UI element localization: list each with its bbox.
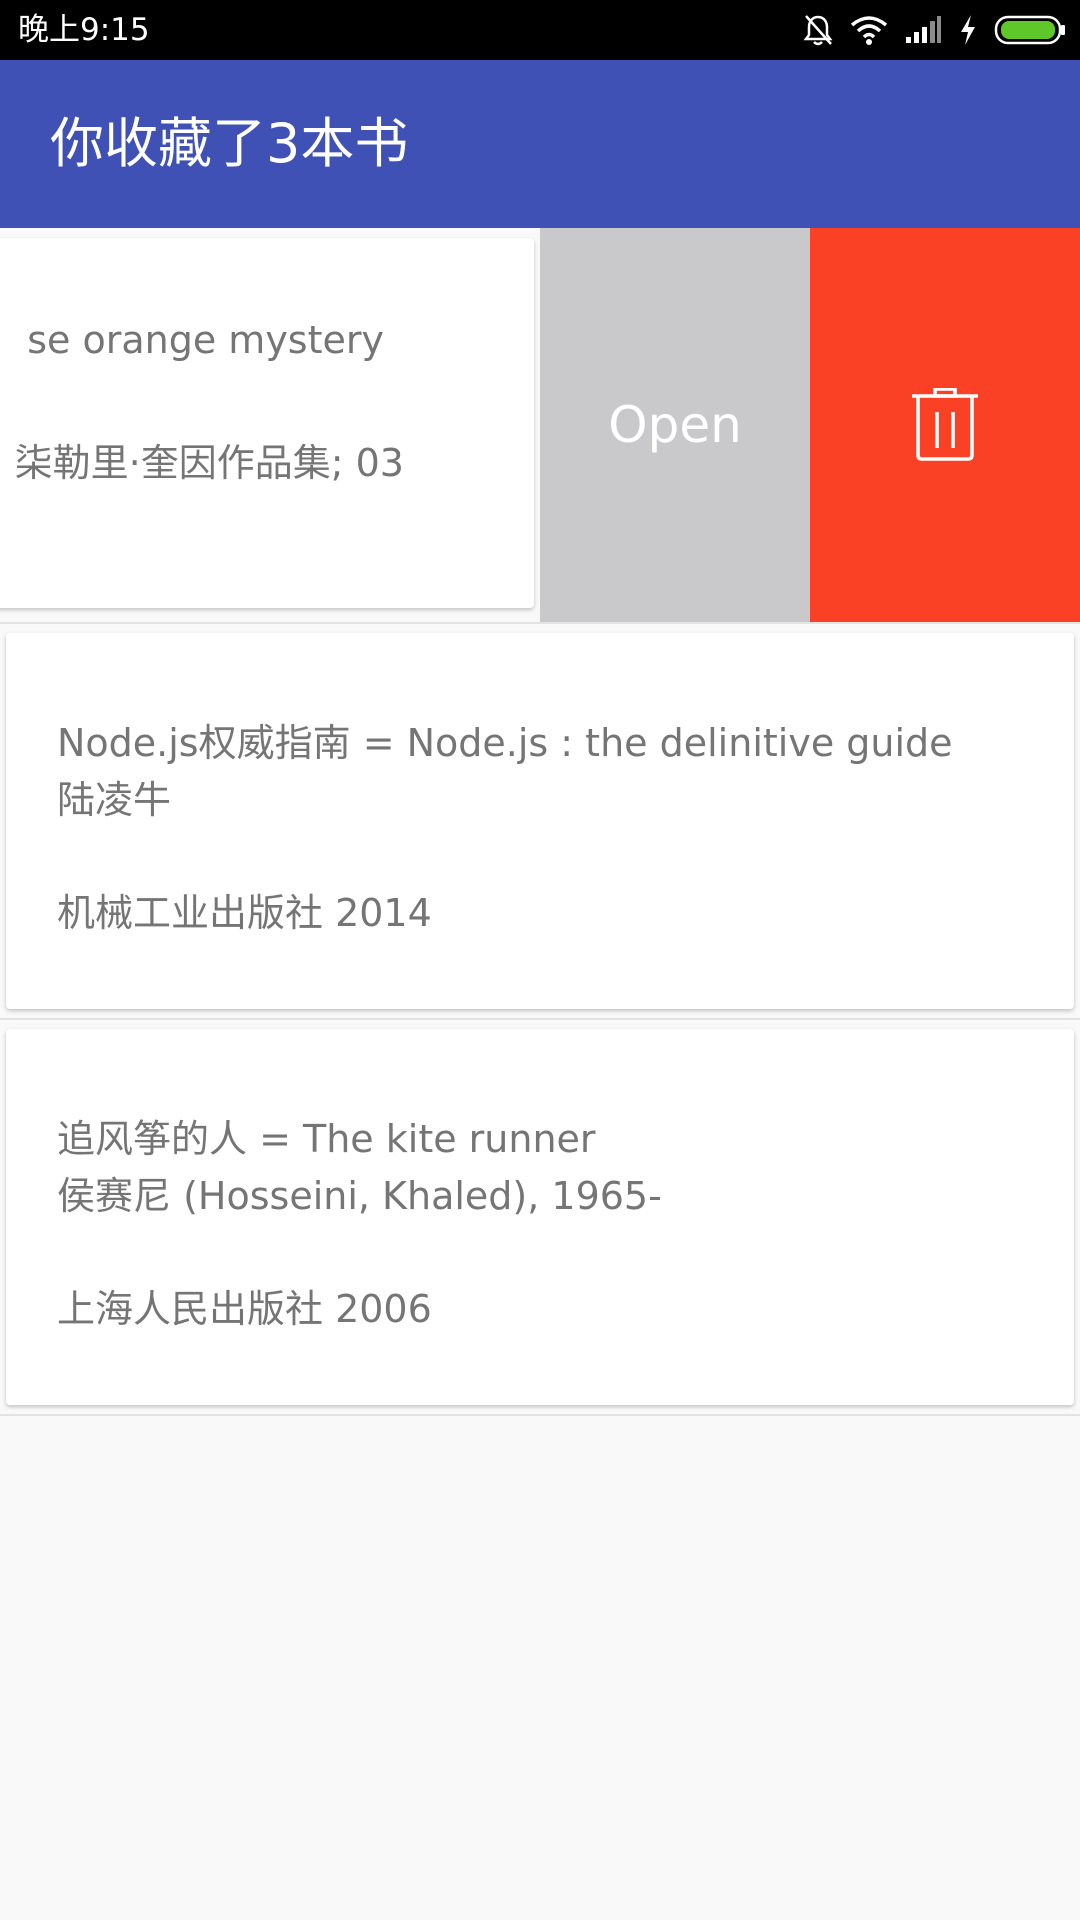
page-title: 你收藏了3本书 <box>50 112 409 175</box>
app-bar: 你收藏了3本书 <box>0 60 1080 228</box>
wifi-icon <box>850 16 888 45</box>
divider <box>0 622 1080 624</box>
divider <box>0 1414 1080 1416</box>
book-author: 陆凌牛 <box>57 778 172 822</box>
book-title: Node.js权威指南 = Node.js : the delinitive g… <box>57 721 953 765</box>
book-card[interactable]: 追风筝的人 = The kite runner 侯赛尼 (Hosseini, K… <box>6 1029 1074 1405</box>
status-icons <box>802 10 1066 50</box>
status-time: 晚上9:15 <box>18 12 150 48</box>
book-author: 侯赛尼 (Hosseini, Khaled), 1965- <box>57 1174 662 1218</box>
swiped-list-item[interactable]: se orange mystery 柒勒里·奎因作品集; 03 Open <box>0 228 1080 622</box>
book-publisher: 机械工业出版社 2014 <box>57 891 432 935</box>
book-card-swiped[interactable]: se orange mystery 柒勒里·奎因作品集; 03 <box>0 238 534 608</box>
book-title-partial: se orange mystery <box>27 318 384 362</box>
status-bar: 晚上9:15 <box>0 0 1080 60</box>
delete-button[interactable] <box>810 228 1080 622</box>
cell-signal-icon <box>906 16 941 43</box>
book-card[interactable]: Node.js权威指南 = Node.js : the delinitive g… <box>6 633 1074 1009</box>
open-button[interactable]: Open <box>540 228 810 622</box>
battery-icon <box>994 15 1065 45</box>
mute-bell-icon <box>803 15 833 46</box>
charging-icon <box>961 15 975 45</box>
divider <box>0 1018 1080 1020</box>
book-series-partial: 柒勒里·奎因作品集; 03 <box>14 441 404 485</box>
trash-icon <box>912 388 978 461</box>
book-title: 追风筝的人 = The kite runner <box>57 1117 596 1161</box>
open-button-label: Open <box>608 396 742 454</box>
book-publisher: 上海人民出版社 2006 <box>57 1287 432 1331</box>
